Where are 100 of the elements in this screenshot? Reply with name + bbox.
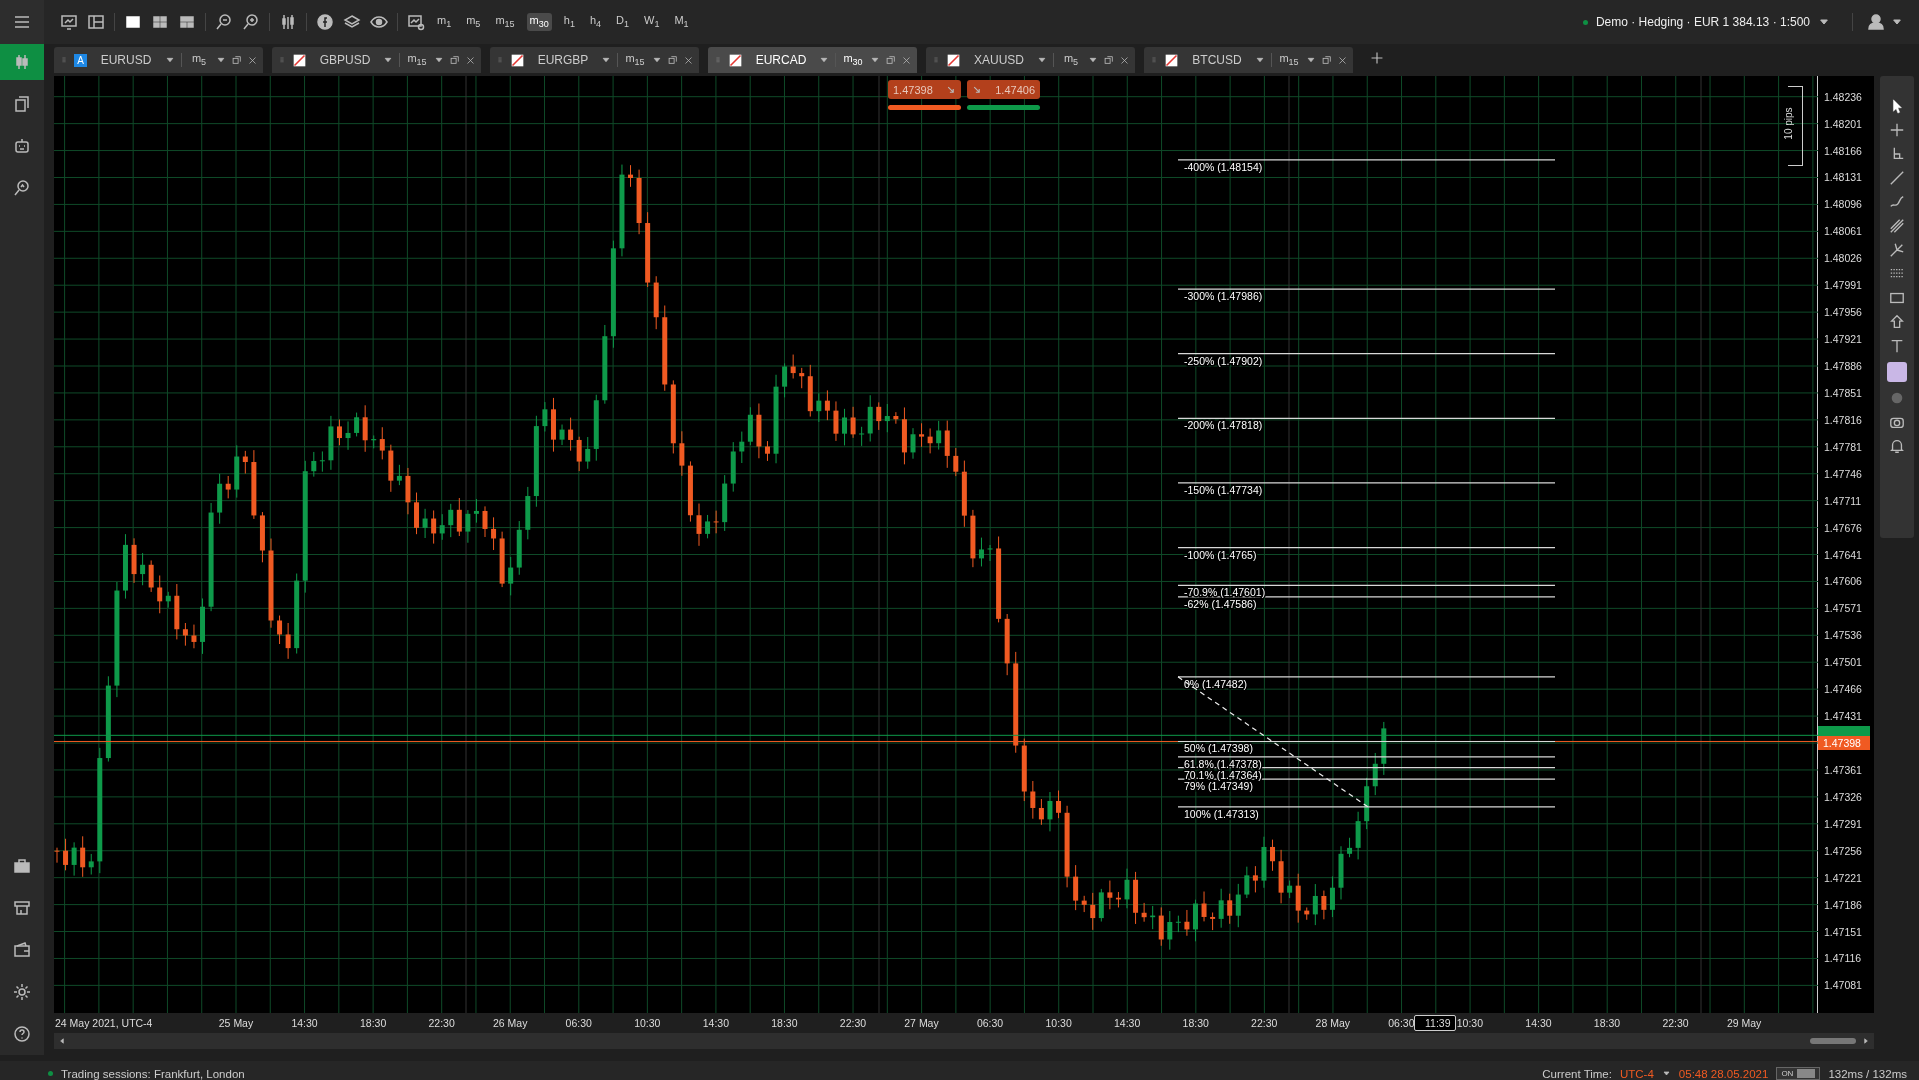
store-icon[interactable]	[13, 899, 31, 917]
timeframe-button[interactable]: M$_{1}$	[671, 12, 692, 32]
text-icon[interactable]	[1889, 338, 1905, 354]
caret-icon[interactable]	[434, 55, 444, 65]
briefcase-icon[interactable]	[13, 857, 31, 875]
candles-icon[interactable]	[279, 13, 297, 31]
color-swatch[interactable]	[1887, 362, 1907, 382]
crosshair-icon[interactable]	[1889, 122, 1905, 138]
menu-button[interactable]	[0, 0, 44, 44]
caret-icon[interactable]	[652, 55, 662, 65]
function-circle-icon[interactable]	[316, 13, 334, 31]
timeframe-button[interactable]: D$_{1}$	[613, 12, 632, 32]
tab-timeframe[interactable]: m$_{15}$	[1278, 52, 1300, 68]
cursor-time-label: 11:39	[1414, 1015, 1456, 1031]
timeframe-button[interactable]: m$_{5}$	[463, 12, 484, 32]
close-icon[interactable]	[684, 55, 693, 65]
toggle-switch[interactable]: ON	[1776, 1067, 1821, 1080]
chart-monitor-icon[interactable]	[60, 13, 78, 31]
timeframe-button[interactable]: m$_{30}$	[526, 12, 552, 32]
fib-level-label: 61.8% (1.47378)	[1184, 757, 1262, 770]
split-layout-icon[interactable]	[178, 13, 196, 31]
fib-level-line[interactable]	[1177, 596, 1556, 598]
help-icon[interactable]	[13, 1025, 31, 1043]
tab-timeframe[interactable]: m$_{15}$	[406, 52, 428, 68]
zoom-out-icon[interactable]	[215, 13, 233, 31]
single-layout-icon[interactable]	[124, 13, 142, 31]
account-info[interactable]: Demo · Hedging · EUR 1 384.13 · 1:500	[1595, 15, 1810, 29]
user-icon[interactable]	[1867, 13, 1885, 31]
sell-button[interactable]: 1.47398	[888, 80, 961, 99]
close-icon[interactable]	[1120, 55, 1129, 65]
chart-tab[interactable]: EURCAD m$_{30}$	[708, 47, 917, 73]
chart-tab[interactable]: EURGBP m$_{15}$	[490, 47, 699, 73]
chart-settings-icon[interactable]	[407, 13, 425, 31]
buy-button[interactable]: 1.47406	[967, 80, 1040, 99]
caret-icon[interactable]	[216, 55, 226, 65]
fib-level-line[interactable]	[1177, 353, 1556, 355]
price-tick: 1.47361	[1824, 763, 1862, 776]
caret-icon[interactable]	[870, 55, 880, 65]
price-tick: 1.47886	[1824, 360, 1862, 372]
line-icon[interactable]	[1889, 170, 1905, 186]
rectangle-icon[interactable]	[1889, 290, 1905, 306]
close-icon[interactable]	[902, 55, 911, 65]
detach-icon[interactable]	[232, 55, 242, 65]
eye-icon[interactable]	[370, 13, 388, 31]
detach-icon[interactable]	[1104, 55, 1114, 65]
caret-icon[interactable]	[165, 55, 175, 65]
caret-icon[interactable]	[1088, 55, 1098, 65]
wallet-icon[interactable]	[13, 941, 31, 959]
tab-timeframe[interactable]: m$_{15}$	[624, 52, 646, 68]
close-icon[interactable]	[248, 55, 257, 65]
settings-icon[interactable]	[13, 983, 31, 1001]
grid-layout-icon[interactable]	[151, 13, 169, 31]
fib-level-label: -100% (1.4765)	[1184, 548, 1257, 561]
scrollbar-thumb[interactable]	[1810, 1038, 1856, 1044]
fib-level-line[interactable]	[1177, 417, 1556, 419]
detach-icon[interactable]	[668, 55, 678, 65]
chart-tab[interactable]: XAUUSD m$_{5}$	[926, 47, 1135, 73]
caret-icon[interactable]	[383, 55, 393, 65]
chart-tab[interactable]: BTCUSD m$_{15}$	[1144, 47, 1353, 73]
caret-icon[interactable]	[1306, 55, 1316, 65]
timeframe-button[interactable]: m$_{1}$	[434, 12, 455, 32]
layout-icon[interactable]	[87, 13, 105, 31]
trend-line[interactable]	[1177, 676, 1369, 808]
pitchfork-icon[interactable]	[1889, 242, 1905, 258]
fib-level-line[interactable]	[1177, 767, 1556, 769]
tab-timeframe[interactable]: m$_{5}$	[188, 52, 210, 68]
timeframe-button[interactable]: h$_{1}$	[560, 12, 578, 32]
fib-level-line[interactable]	[1177, 547, 1556, 549]
detach-icon[interactable]	[1322, 55, 1332, 65]
caret-icon[interactable]	[1255, 55, 1265, 65]
zoom-in-icon[interactable]	[242, 13, 260, 31]
caret-icon[interactable]	[1037, 55, 1047, 65]
caret-icon[interactable]	[1661, 1069, 1671, 1078]
pen-icon[interactable]	[1889, 194, 1905, 210]
close-icon[interactable]	[1338, 55, 1347, 65]
fib-level-line[interactable]	[1177, 584, 1556, 586]
timezone-selector[interactable]: UTC-4	[1619, 1067, 1654, 1080]
chart-tab[interactable]: GBPUSD m$_{15}$	[272, 47, 481, 73]
detach-icon[interactable]	[450, 55, 460, 65]
time-axis-label: 18:30	[771, 1017, 798, 1029]
caret-icon[interactable]	[601, 55, 611, 65]
detach-icon[interactable]	[886, 55, 896, 65]
bell-icon[interactable]	[1889, 438, 1905, 454]
fib-level-line[interactable]	[1177, 740, 1556, 743]
tab-timeframe[interactable]: m$_{30}$	[842, 52, 864, 68]
fibonacci-icon[interactable]	[1889, 218, 1905, 234]
add-tab-icon[interactable]	[1370, 51, 1384, 65]
timeframe-button[interactable]: W$_{1}$	[641, 12, 663, 32]
close-icon[interactable]	[466, 55, 475, 65]
fib-level-line[interactable]	[1177, 778, 1556, 780]
timeframe-button[interactable]: h$_{4}$	[586, 12, 605, 32]
caret-icon[interactable]	[819, 55, 829, 65]
timeframe-button[interactable]: m$_{15}$	[492, 12, 518, 32]
dot-icon[interactable]	[1889, 390, 1905, 406]
layers-icon[interactable]	[343, 13, 361, 31]
arrow-up-icon[interactable]	[1889, 314, 1905, 330]
horizontal-scrollbar[interactable]	[54, 1033, 1874, 1049]
chart-panel[interactable]	[54, 76, 1818, 1013]
tab-timeframe[interactable]: m$_{5}$	[1060, 52, 1082, 68]
chart-tab[interactable]: A EURUSD m$_{5}$	[54, 47, 263, 73]
